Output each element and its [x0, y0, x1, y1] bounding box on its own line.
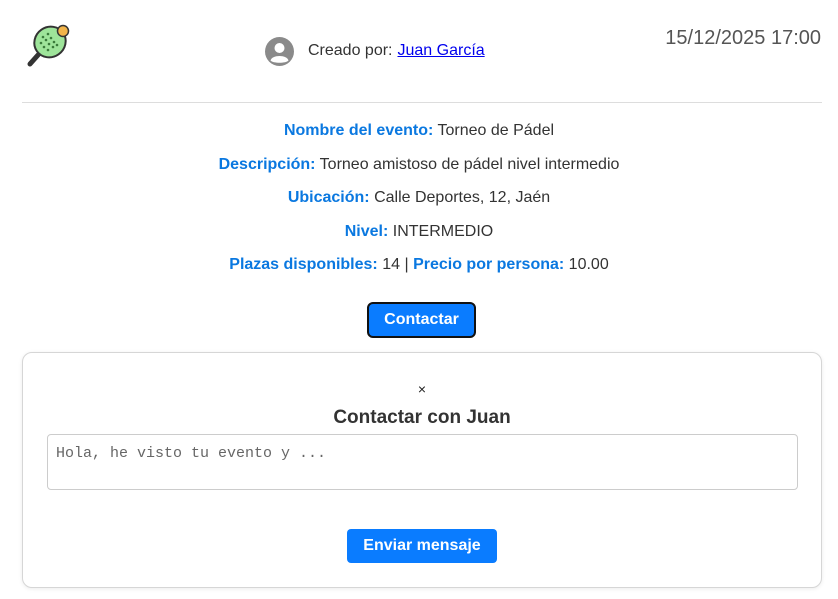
event-description-row: Descripción: Torneo amistoso de pádel ni… [0, 156, 838, 190]
event-detail-page: Creado por: Juan García 15/12/2025 17:00… [0, 0, 838, 599]
event-name-value: Torneo de Pádel [437, 122, 555, 139]
event-price-value: 10.00 [568, 256, 609, 273]
event-name-label: Nombre del evento: [283, 122, 434, 139]
event-level-row: Nivel: INTERMEDIO [0, 223, 838, 257]
event-details: Nombre del evento: Torneo de Pádel Descr… [0, 122, 838, 290]
event-level-value: INTERMEDIO [392, 222, 494, 240]
creator-name-link[interactable]: Juan García [398, 42, 485, 60]
contact-button[interactable]: Contactar [367, 302, 476, 338]
message-input[interactable] [47, 434, 798, 490]
event-location-label: Ubicación: [287, 189, 370, 206]
event-datetime: 15/12/2025 17:00 [665, 27, 821, 49]
event-name-row: Nombre del evento: Torneo de Pádel [0, 122, 838, 156]
user-avatar-icon [265, 36, 294, 66]
padel-racket-icon [27, 24, 70, 67]
event-location-value: Calle Deportes, 12, Jaén [374, 189, 551, 206]
event-location-row: Ubicación: Calle Deportes, 12, Jaén [0, 189, 838, 223]
event-description-label: Descripción: [218, 155, 316, 173]
contact-modal: × Contactar con Juan Enviar mensaje [22, 352, 822, 588]
modal-title: Contactar con Juan [333, 407, 511, 428]
send-message-button[interactable]: Enviar mensaje [347, 529, 497, 563]
event-spots-label: Plazas disponibles: [229, 256, 378, 273]
event-separator: | [404, 256, 409, 273]
event-spots-price-row: Plazas disponibles: 14 | Precio por pers… [0, 256, 838, 290]
close-icon[interactable]: × [415, 381, 429, 397]
event-price-label: Precio por persona: [413, 256, 565, 273]
header-divider [22, 102, 822, 103]
event-spots-value: 14 [382, 256, 400, 273]
creator-info: Creado por: Juan García [265, 36, 485, 66]
event-level-label: Nivel: [344, 222, 389, 240]
creator-prefix: Creado por: [308, 42, 393, 59]
event-description-value: Torneo amistoso de pádel nivel intermedi… [319, 155, 620, 173]
